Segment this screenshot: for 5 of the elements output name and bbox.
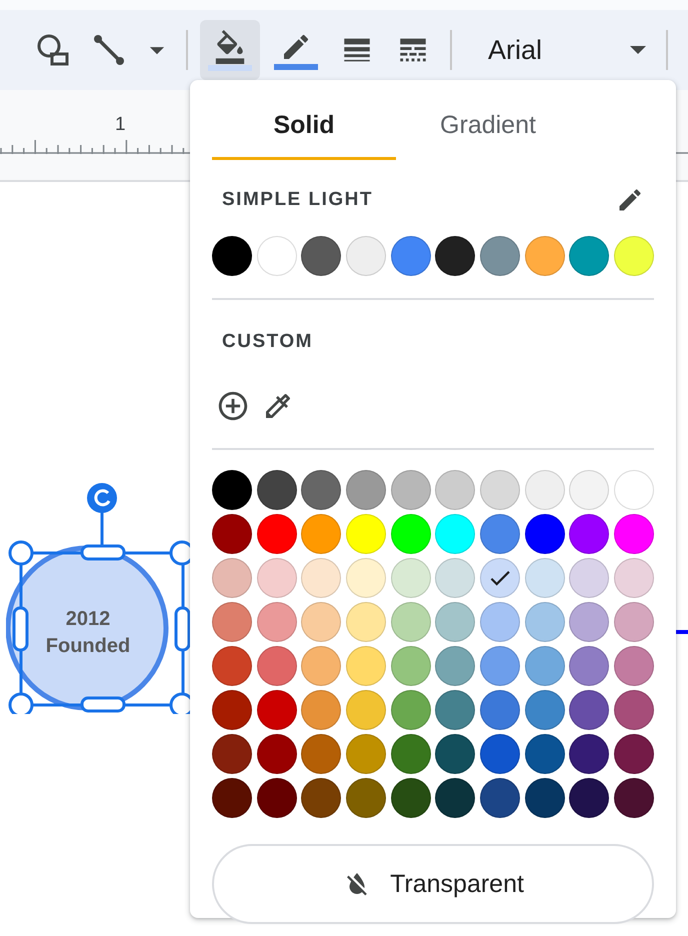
ruler-label: 1 (115, 114, 126, 136)
section-title: SIMPLE LIGHT (222, 189, 373, 211)
shape-text: Founded (46, 634, 130, 659)
section-title: CUSTOM (222, 331, 313, 353)
shape-text: 2012 (66, 607, 110, 632)
